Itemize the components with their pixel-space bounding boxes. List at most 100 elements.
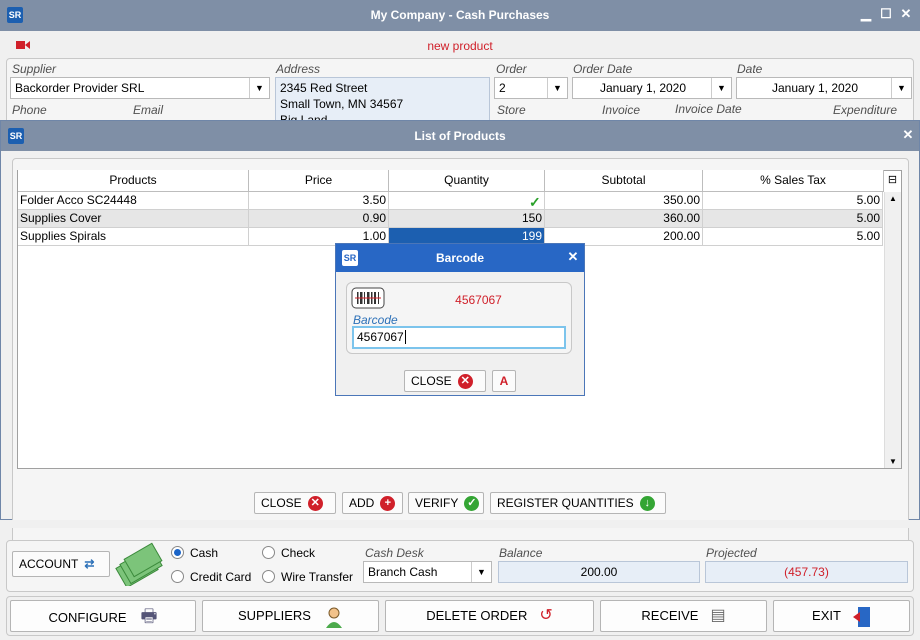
scroll-down-icon[interactable]: ▼ — [885, 457, 901, 466]
cell-subtotal: 360.00 — [545, 210, 703, 228]
cash-desk-select[interactable]: Branch Cash ▼ — [363, 561, 492, 583]
status-text: new product — [427, 39, 493, 53]
credit-card-label: Credit Card — [190, 570, 252, 584]
x-circle-icon: ✕ — [307, 496, 323, 512]
column-chooser-icon[interactable]: ⊟ — [884, 171, 901, 191]
suppliers-button[interactable]: SUPPLIERS — [202, 600, 379, 632]
supplier-label: Supplier — [12, 62, 57, 76]
barcode-dialog-title: Barcode — [435, 251, 485, 265]
main-titlebar: SR My Company - Cash Purchases ▁ ☐ ✕ — [0, 0, 920, 31]
address-field[interactable]: 2345 Red Street Small Town, MN 34567 Big… — [275, 77, 490, 121]
address-label: Address — [276, 62, 321, 76]
table-row[interactable]: Supplies Cover 0.90 150 360.00 5.00 — [18, 210, 883, 228]
exit-button[interactable]: EXIT — [773, 600, 910, 632]
order-date-picker[interactable]: January 1, 2020 ▼ — [572, 77, 732, 99]
barcode-close-button[interactable]: CLOSE ✕ — [404, 370, 486, 392]
cash-radio[interactable] — [171, 546, 184, 559]
barcode-input[interactable]: 4567067 — [352, 326, 566, 349]
address-line: 2345 Red Street — [280, 81, 368, 95]
plus-circle-icon: + — [380, 496, 396, 512]
address-line: Small Town, MN 34567 — [280, 97, 404, 111]
column-header[interactable]: Price — [249, 170, 389, 192]
cash-desk-label: Cash Desk — [365, 546, 424, 560]
order-label: Order — [496, 62, 527, 76]
verify-button[interactable]: VERIFY ✓ — [408, 492, 484, 514]
check-radio[interactable] — [262, 546, 275, 559]
close-icon[interactable]: ✕ — [898, 6, 914, 22]
vertical-scrollbar[interactable]: ▲ ▼ — [884, 192, 901, 468]
order-select[interactable]: 2 ▼ — [494, 77, 568, 99]
wire-transfer-label: Wire Transfer — [281, 570, 354, 584]
transfer-arrows-icon: ⇄ — [84, 557, 95, 571]
cell-product: Supplies Spirals — [18, 228, 249, 246]
store-label: Store — [497, 103, 526, 117]
column-header[interactable]: Products — [18, 170, 249, 192]
column-header[interactable]: Quantity — [389, 170, 545, 192]
add-button[interactable]: ADD + — [342, 492, 403, 514]
expenditure-label: Expenditure — [833, 103, 898, 117]
projected-value: (457.73) — [705, 561, 908, 583]
cell-tax: 5.00 — [703, 210, 883, 228]
projected-label: Projected — [706, 546, 757, 560]
cell-tax: 5.00 — [703, 228, 883, 246]
chevron-down-icon: ▼ — [891, 78, 911, 98]
supplier-select[interactable]: Backorder Provider SRL ▼ — [10, 77, 270, 99]
cash-stack-icon — [115, 542, 163, 589]
close-icon[interactable]: ✕ — [565, 249, 581, 265]
receive-button[interactable]: RECEIVE ▤ — [600, 600, 767, 632]
chevron-down-icon: ▼ — [711, 78, 731, 98]
window-title: My Company - Cash Purchases — [370, 8, 550, 22]
cell-quantity[interactable] — [389, 192, 545, 210]
cell-tax: 5.00 — [703, 192, 883, 210]
barcode-dialog: SR Barcode ✕ 4567067 Barcode 4567067 CLO… — [335, 243, 585, 396]
checkmark-icon: ✓ — [529, 194, 541, 210]
cell-price: 0.90 — [249, 210, 389, 228]
arrow-down-circle-icon: ↓ — [639, 496, 655, 512]
invoice-label: Invoice — [602, 103, 641, 117]
cell-product: Folder Acco SC24448 — [18, 192, 249, 210]
delete-icon: ↺ — [539, 607, 553, 624]
background-fields-strip — [8, 520, 912, 528]
credit-card-radio[interactable] — [171, 570, 184, 583]
delete-order-button[interactable]: DELETE ORDER ↺ — [385, 600, 594, 632]
cell-subtotal: 350.00 — [545, 192, 703, 210]
barcode-titlebar: SR Barcode ✕ — [336, 244, 584, 272]
cell-product: Supplies Cover — [18, 210, 249, 228]
invoice-date-label: Invoice Date — [675, 102, 742, 116]
register-quantities-button[interactable]: REGISTER QUANTITIES ↓ — [490, 492, 666, 514]
barcode-display: 4567067 — [455, 293, 502, 307]
exit-door-icon — [852, 606, 871, 628]
maximize-icon[interactable]: ☐ — [878, 6, 894, 22]
scroll-up-icon[interactable]: ▲ — [885, 194, 901, 203]
dialog-title: List of Products — [414, 129, 506, 143]
cell-quantity[interactable]: 150 — [389, 210, 545, 228]
balance-value: 200.00 — [498, 561, 700, 583]
cash-label: Cash — [190, 546, 219, 560]
person-icon — [325, 606, 343, 628]
date-picker[interactable]: January 1, 2020 ▼ — [736, 77, 912, 99]
order-date-label: Order Date — [573, 62, 633, 76]
dialog-titlebar: SR List of Products ✕ — [1, 121, 919, 151]
table-row[interactable]: Folder Acco SC24448 3.50 350.00 5.00 — [18, 192, 883, 210]
column-header[interactable]: Subtotal — [545, 170, 703, 192]
account-button[interactable]: ACCOUNT ⇄ — [12, 551, 110, 577]
minimize-icon[interactable]: ▁ — [858, 6, 874, 22]
a-button[interactable]: A — [492, 370, 516, 392]
printer-icon: 🖶 — [140, 606, 158, 626]
close-icon[interactable]: ✕ — [900, 127, 916, 143]
cash-register-icon: ▤ — [710, 607, 726, 624]
barcode-icon — [351, 287, 385, 309]
chevron-down-icon: ▼ — [547, 78, 567, 98]
barcode-label: Barcode — [353, 313, 398, 327]
configure-button[interactable]: CONFIGURE 🖶 — [10, 600, 196, 632]
chevron-down-icon: ▼ — [471, 562, 491, 582]
cell-price: 3.50 — [249, 192, 389, 210]
x-circle-icon: ✕ — [457, 374, 473, 390]
check-circle-icon: ✓ — [464, 496, 480, 512]
close-button[interactable]: CLOSE ✕ — [254, 492, 336, 514]
wire-transfer-radio[interactable] — [262, 570, 275, 583]
column-header[interactable]: % Sales Tax — [703, 170, 884, 192]
balance-label: Balance — [499, 546, 543, 560]
check-label: Check — [281, 546, 316, 560]
chevron-down-icon: ▼ — [249, 78, 269, 98]
